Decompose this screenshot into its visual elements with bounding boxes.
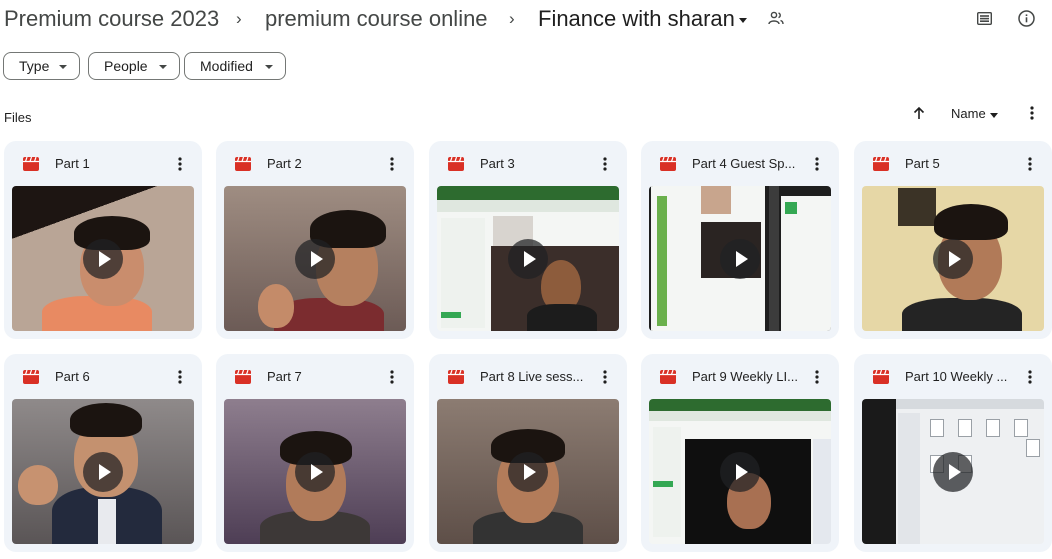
file-title: Part 10 Weekly ...: [905, 369, 1008, 384]
play-icon[interactable]: [83, 451, 123, 492]
video-file-icon: [873, 157, 889, 171]
file-card-part-7[interactable]: Part 7: [216, 354, 414, 552]
play-icon[interactable]: [295, 451, 335, 492]
chevron-down-icon: [59, 65, 67, 69]
chevron-down-icon: [265, 65, 273, 69]
video-thumbnail[interactable]: [862, 399, 1044, 544]
file-title: Part 5: [905, 156, 940, 171]
file-card-part-2[interactable]: Part 2: [216, 141, 414, 339]
shared-folder-icon[interactable]: [768, 11, 784, 25]
video-file-icon: [23, 370, 39, 384]
file-title: Part 8 Live sess...: [480, 369, 584, 384]
video-thumbnail[interactable]: [437, 399, 619, 544]
video-thumbnail[interactable]: [224, 186, 406, 331]
file-card-part-4[interactable]: Part 4 Guest Sp...: [641, 141, 839, 339]
file-title: Part 4 Guest Sp...: [692, 156, 796, 171]
video-file-icon: [660, 370, 676, 384]
video-file-icon: [235, 157, 251, 171]
info-icon[interactable]: [1018, 10, 1035, 27]
sort-direction-icon[interactable]: [912, 106, 926, 120]
filter-modified-label: Modified: [200, 58, 253, 74]
chevron-down-icon: [159, 65, 167, 69]
file-title: Part 9 Weekly LI...: [692, 369, 798, 384]
video-file-icon: [448, 370, 464, 384]
video-thumbnail[interactable]: [649, 186, 831, 331]
more-options-icon[interactable]: [1022, 368, 1038, 386]
filter-people-label: People: [104, 58, 148, 74]
top-bar: Premium course 2023 › premium course onl…: [0, 0, 1052, 40]
list-view-icon[interactable]: [977, 12, 992, 25]
breadcrumb-item-1[interactable]: Premium course 2023: [4, 6, 219, 32]
play-icon[interactable]: [933, 451, 973, 492]
breadcrumb-item-2[interactable]: premium course online: [265, 6, 488, 32]
breadcrumb-current-folder[interactable]: Finance with sharan: [538, 6, 735, 32]
section-title: Files: [4, 110, 32, 125]
file-card-part-1[interactable]: Part 1: [4, 141, 202, 339]
filter-type-chip[interactable]: Type: [3, 52, 80, 80]
file-card-part-8[interactable]: Part 8 Live sess...: [429, 354, 627, 552]
file-card-part-5[interactable]: Part 5: [854, 141, 1052, 339]
more-options-icon[interactable]: [172, 155, 188, 173]
file-card-part-10[interactable]: Part 10 Weekly ...: [854, 354, 1052, 552]
more-options-icon[interactable]: [172, 368, 188, 386]
file-title: Part 6: [55, 369, 90, 384]
video-thumbnail[interactable]: [862, 186, 1044, 331]
video-thumbnail[interactable]: [437, 186, 619, 331]
play-icon[interactable]: [933, 238, 973, 279]
filter-people-chip[interactable]: People: [88, 52, 180, 80]
video-file-icon: [660, 157, 676, 171]
video-file-icon: [873, 370, 889, 384]
file-title: Part 7: [267, 369, 302, 384]
file-title: Part 2: [267, 156, 302, 171]
breadcrumb-separator: ›: [236, 9, 242, 28]
more-options-icon[interactable]: [597, 155, 613, 173]
filter-type-label: Type: [19, 58, 50, 74]
more-options-icon[interactable]: [1025, 105, 1039, 121]
file-card-part-3[interactable]: Part 3: [429, 141, 627, 339]
video-thumbnail[interactable]: [649, 399, 831, 544]
play-icon[interactable]: [720, 451, 760, 492]
more-options-icon[interactable]: [1022, 155, 1038, 173]
video-thumbnail[interactable]: [12, 399, 194, 544]
folder-dropdown-icon[interactable]: [739, 18, 747, 23]
filter-modified-chip[interactable]: Modified: [184, 52, 286, 80]
chevron-down-icon[interactable]: [990, 113, 998, 118]
video-thumbnail[interactable]: [224, 399, 406, 544]
breadcrumb-separator: ›: [509, 9, 515, 28]
file-card-part-6[interactable]: Part 6: [4, 354, 202, 552]
more-options-icon[interactable]: [384, 155, 400, 173]
more-options-icon[interactable]: [597, 368, 613, 386]
play-icon[interactable]: [508, 238, 548, 279]
file-title: Part 1: [55, 156, 90, 171]
play-icon[interactable]: [83, 238, 123, 279]
video-file-icon: [235, 370, 251, 384]
play-icon[interactable]: [720, 238, 760, 279]
play-icon[interactable]: [295, 238, 335, 279]
play-icon[interactable]: [508, 451, 548, 492]
video-thumbnail[interactable]: [12, 186, 194, 331]
more-options-icon[interactable]: [384, 368, 400, 386]
sort-field-button[interactable]: Name: [951, 106, 986, 121]
file-card-part-9[interactable]: Part 9 Weekly LI...: [641, 354, 839, 552]
video-file-icon: [448, 157, 464, 171]
video-file-icon: [23, 157, 39, 171]
file-title: Part 3: [480, 156, 515, 171]
more-options-icon[interactable]: [809, 155, 825, 173]
more-options-icon[interactable]: [809, 368, 825, 386]
